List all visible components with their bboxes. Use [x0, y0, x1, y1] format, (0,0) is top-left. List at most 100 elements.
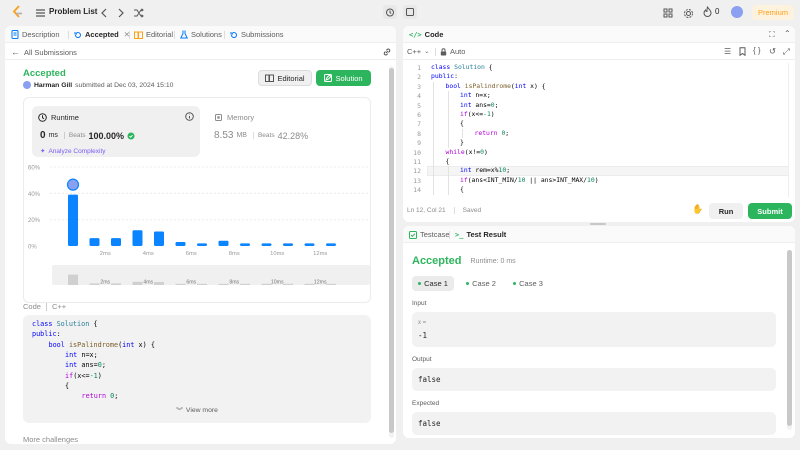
premium-button[interactable]: Premium: [752, 5, 794, 20]
chevron-right-icon[interactable]: [114, 6, 128, 20]
analyze-complexity-button[interactable]: ✦ Analyze Complexity: [40, 147, 106, 156]
case-1-tab[interactable]: Case 1: [412, 276, 454, 291]
tab-submissions[interactable]: Submissions: [230, 29, 284, 40]
tab-test-result[interactable]: >_ Test Result: [455, 229, 506, 240]
maximize-icon[interactable]: ⛶: [769, 30, 775, 40]
y-tick-label: 0%: [28, 245, 37, 251]
arrow-left-icon: ←: [11, 47, 20, 57]
view-more-button[interactable]: ︾ View more: [23, 405, 371, 416]
list-icon[interactable]: [33, 6, 47, 20]
code-token: x) {: [530, 81, 546, 90]
code-token: int: [65, 350, 82, 359]
run-button[interactable]: Run: [709, 203, 743, 219]
scrollbar-track[interactable]: [787, 250, 792, 430]
solution-button[interactable]: Solution: [316, 70, 371, 86]
user-avatar[interactable]: [731, 6, 743, 18]
submit-button[interactable]: Submit: [748, 203, 792, 219]
code-line[interactable]: int ans=0;: [460, 101, 499, 110]
line-number: 2: [417, 73, 421, 82]
submitter-name[interactable]: Harman Gill: [34, 82, 72, 89]
notes-icon[interactable]: [403, 5, 417, 19]
input-box: x = -1: [412, 312, 776, 347]
code-token: 10: [587, 175, 595, 184]
tab-solutions-label: Solutions: [191, 30, 222, 39]
code-token: bool: [445, 81, 465, 90]
code-line[interactable]: while(x!=0): [446, 148, 488, 157]
settings-gear-icon[interactable]: [681, 6, 695, 20]
shuffle-icon[interactable]: [131, 6, 145, 20]
scrollbar-thumb[interactable]: [389, 68, 394, 433]
tab-solutions[interactable]: Solutions: [180, 29, 222, 40]
code-line[interactable]: if(x<=-1): [460, 110, 495, 119]
leetcode-logo[interactable]: [10, 5, 24, 19]
case-3-tab[interactable]: Case 3: [507, 276, 549, 291]
editorial-button[interactable]: Editorial: [258, 70, 312, 86]
code-line[interactable]: {: [446, 157, 450, 166]
info-icon[interactable]: [185, 112, 194, 121]
layout-grid-icon[interactable]: [661, 6, 675, 20]
editor-status-bar: Ln 12, Col 21 Saved: [407, 207, 481, 214]
x-tick-label: 12ms: [313, 251, 327, 257]
chevron-left-icon[interactable]: [97, 6, 111, 20]
auto-mode-toggle[interactable]: Auto: [440, 47, 465, 56]
line-number: 7: [417, 120, 421, 129]
code-line: class Solution {: [32, 320, 98, 329]
code-line[interactable]: }: [460, 138, 464, 147]
code-line[interactable]: int rem=x%10;: [460, 166, 510, 175]
tab-accepted[interactable]: Accepted ✕: [74, 29, 130, 40]
memory-row[interactable]: 8.53 MB Beats 42.28%: [214, 130, 308, 141]
code-line: if(x<=-1): [65, 372, 102, 381]
code-token: (x!=: [464, 147, 481, 156]
case-2-tab[interactable]: Case 2: [460, 276, 502, 291]
code-line[interactable]: class Solution {: [431, 63, 493, 72]
reset-icon[interactable]: ↺: [769, 46, 776, 57]
runtime-distribution-chart[interactable]: 60% 40% 20% 0% 2ms 4ms 6ms 8ms 10ms 12ms 2ms 4ms 6ms…: [24, 162, 372, 304]
fullscreen-icon[interactable]: ⤢: [783, 46, 790, 57]
navigator-bar: [326, 283, 336, 285]
code-token: n=x;: [81, 350, 98, 359]
all-submissions-link[interactable]: ← All Submissions: [11, 47, 77, 57]
scrollbar-track[interactable]: [389, 66, 394, 438]
tab-description[interactable]: Description: [11, 29, 60, 40]
code-line[interactable]: return 0;: [475, 129, 510, 138]
code-token: int: [122, 340, 139, 349]
code-line[interactable]: bool isPalindrome(int x) {: [446, 82, 546, 91]
code-token: -1: [89, 371, 98, 380]
braces-icon[interactable]: { }: [753, 46, 761, 55]
tab-code[interactable]: </> Code: [409, 29, 443, 40]
tips-icon[interactable]: ✋: [692, 204, 703, 215]
language-select[interactable]: C++ ⌄: [407, 47, 429, 56]
runtime-card[interactable]: Runtime 0 ms Beats 100.00% ✦ Analyze Com…: [32, 106, 200, 157]
chevron-up-icon[interactable]: ⌃: [784, 29, 791, 38]
tab-testcase[interactable]: Testcase: [409, 229, 450, 240]
alarm-clock-icon[interactable]: [383, 5, 397, 19]
bookmark-icon[interactable]: [739, 47, 746, 56]
problem-list-label[interactable]: Problem List: [49, 7, 97, 16]
indent-guide: [433, 91, 434, 101]
indent-guide: [462, 128, 463, 139]
view-more-label: View more: [185, 406, 218, 414]
submitter-avatar[interactable]: [23, 81, 31, 89]
code-line[interactable]: if(ans<INT_MIN/10 || ans>INT_MAX/10): [460, 176, 599, 185]
code-editor[interactable]: 1 class Solution {2 public: 3 bool isPalindr…: [403, 63, 795, 197]
memory-beats-label: Beats: [252, 132, 275, 139]
code-label: Code: [23, 302, 41, 311]
scrollbar-thumb[interactable]: [787, 250, 792, 426]
format-code-icon[interactable]: ☰: [724, 47, 731, 56]
navigator-bar: [132, 281, 143, 285]
tab-editorial[interactable]: Editorial: [134, 29, 173, 40]
code-token: ): [97, 371, 102, 380]
histogram-bar: [68, 194, 78, 246]
code-line[interactable]: int n=x;: [460, 91, 491, 100]
share-link-icon[interactable]: [382, 47, 392, 57]
panel-resize-handle[interactable]: [590, 223, 606, 225]
solution-button-label: Solution: [335, 73, 363, 83]
code-line[interactable]: public:: [431, 72, 458, 81]
streak-counter[interactable]: 0: [703, 6, 719, 17]
memory-header[interactable]: Memory: [214, 113, 254, 122]
code-line[interactable]: {: [460, 185, 464, 194]
sparkle-icon: ✦: [40, 148, 46, 155]
code-line[interactable]: {: [460, 119, 464, 128]
navigator-bar: [89, 283, 100, 285]
tab-divider: [449, 231, 450, 239]
